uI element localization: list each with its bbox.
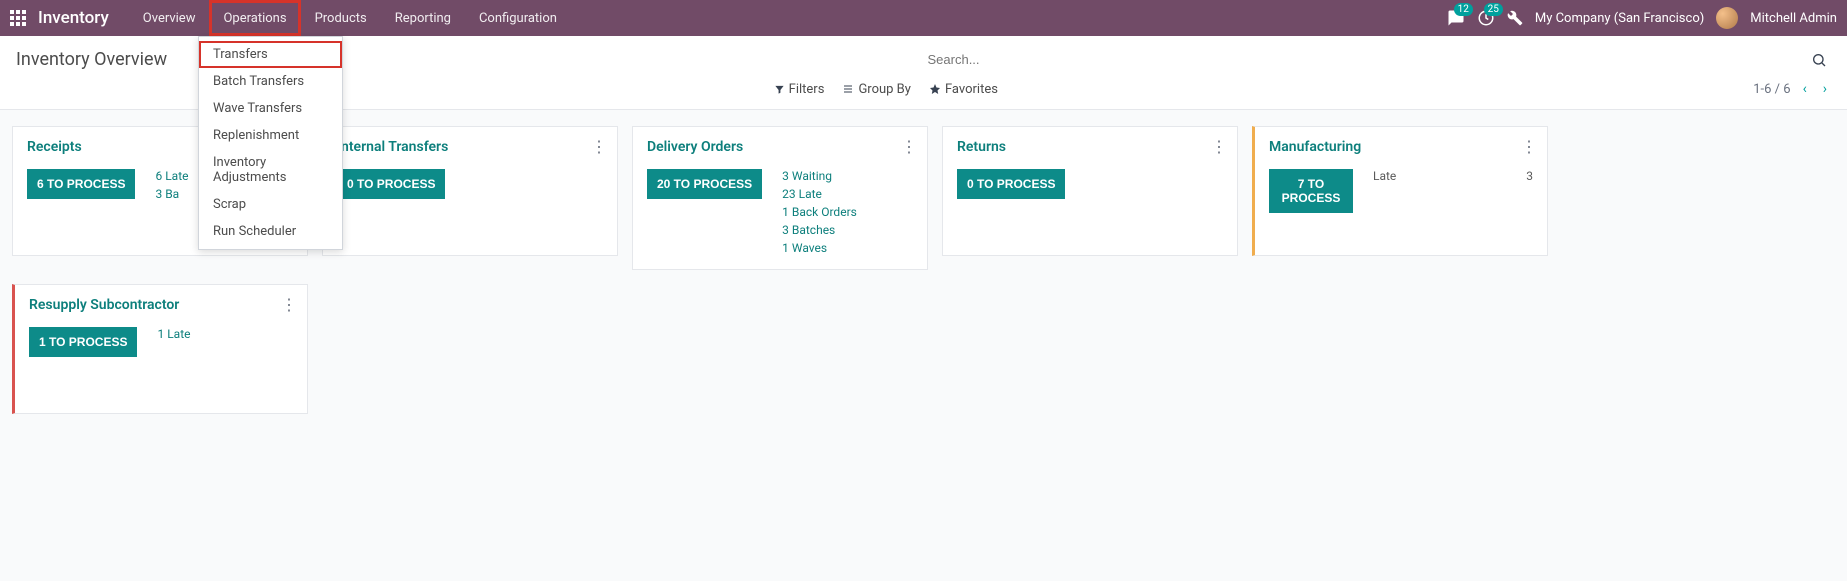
- card-stats: Late3: [1373, 169, 1533, 183]
- dropdown-batch-transfers[interactable]: Batch Transfers: [199, 68, 342, 95]
- stat-link[interactable]: 1 Waves: [782, 241, 857, 255]
- stat-link[interactable]: 1 Back Orders: [782, 205, 857, 219]
- menu-overview[interactable]: Overview: [129, 0, 210, 36]
- debug-icon[interactable]: [1507, 10, 1523, 26]
- filters-button[interactable]: Filters: [774, 82, 825, 97]
- card-title[interactable]: Resupply Subcontractor: [29, 297, 293, 313]
- funnel-icon: [774, 84, 785, 95]
- operations-dropdown: Transfers Batch Transfers Wave Transfers…: [198, 36, 343, 250]
- user-name: Mitchell Admin: [1750, 11, 1837, 26]
- stat-link[interactable]: 3 Ba: [155, 187, 188, 201]
- star-icon: [929, 83, 941, 95]
- kanban-card: Resupply Subcontractor⋮ 1 TO PROCESS 1 Lat…: [12, 284, 308, 414]
- card-menu-icon[interactable]: ⋮: [1211, 137, 1227, 156]
- dropdown-inventory-adjustments[interactable]: Inventory Adjustments: [199, 149, 342, 191]
- pager: 1-6 / 6 ‹ ›: [1753, 79, 1831, 99]
- dropdown-transfers[interactable]: Transfers: [199, 41, 342, 68]
- card-body: 7 TO PROCESS Late3: [1269, 169, 1533, 213]
- app-brand[interactable]: Inventory: [38, 8, 109, 28]
- list-icon: [842, 83, 854, 95]
- dropdown-replenishment[interactable]: Replenishment: [199, 122, 342, 149]
- messaging-count: 12: [1454, 3, 1473, 16]
- process-button[interactable]: 0 TO PROCESS: [957, 169, 1065, 199]
- messaging-icon[interactable]: 12: [1447, 9, 1465, 27]
- pager-next[interactable]: ›: [1819, 79, 1831, 99]
- card-title[interactable]: Returns: [957, 139, 1223, 155]
- kanban-card: Internal Transfers⋮ 0 TO PROCESS: [322, 126, 618, 256]
- card-title[interactable]: Manufacturing: [1269, 139, 1533, 155]
- card-menu-icon[interactable]: ⋮: [901, 137, 917, 156]
- stat-late[interactable]: Late3: [1373, 169, 1533, 183]
- card-body: 0 TO PROCESS: [957, 169, 1223, 199]
- menu-products[interactable]: Products: [301, 0, 381, 36]
- menu-operations[interactable]: Operations: [209, 0, 300, 36]
- kanban-card: Delivery Orders⋮ 20 TO PROCESS 3 Waiting 23…: [632, 126, 928, 270]
- process-button[interactable]: 0 TO PROCESS: [337, 169, 445, 199]
- search-icon[interactable]: [1807, 48, 1831, 72]
- card-stats: 1 Late: [157, 327, 190, 341]
- activities-icon[interactable]: 25: [1477, 9, 1495, 27]
- dropdown-run-scheduler[interactable]: Run Scheduler: [199, 218, 342, 245]
- main-menu: Overview Operations Products Reporting C…: [129, 0, 571, 36]
- card-menu-icon[interactable]: ⋮: [591, 137, 607, 156]
- search-input[interactable]: [924, 46, 1808, 73]
- card-stats: 6 Late 3 Ba: [155, 169, 188, 201]
- process-button[interactable]: 6 TO PROCESS: [27, 169, 135, 199]
- process-button[interactable]: 7 TO PROCESS: [1269, 169, 1353, 213]
- card-body: 0 TO PROCESS: [337, 169, 603, 199]
- card-title[interactable]: Internal Transfers: [337, 139, 603, 155]
- search-wrap: [924, 46, 1832, 73]
- card-menu-icon[interactable]: ⋮: [281, 295, 297, 314]
- stat-link[interactable]: 3 Waiting: [782, 169, 857, 183]
- dropdown-wave-transfers[interactable]: Wave Transfers: [199, 95, 342, 122]
- menu-configuration[interactable]: Configuration: [465, 0, 571, 36]
- company-switcher[interactable]: My Company (San Francisco): [1535, 11, 1704, 26]
- menu-reporting[interactable]: Reporting: [381, 0, 465, 36]
- stat-link[interactable]: 3 Batches: [782, 223, 857, 237]
- user-menu[interactable]: Mitchell Admin: [1716, 7, 1837, 29]
- process-button[interactable]: 1 TO PROCESS: [29, 327, 137, 357]
- groupby-button[interactable]: Group By: [842, 82, 911, 97]
- card-menu-icon[interactable]: ⋮: [1521, 137, 1537, 156]
- card-body: 1 TO PROCESS 1 Late: [29, 327, 293, 357]
- topnav-right: 12 25 My Company (San Francisco) Mitchel…: [1447, 7, 1837, 29]
- apps-icon[interactable]: [10, 10, 26, 26]
- stat-link[interactable]: 23 Late: [782, 187, 857, 201]
- process-button[interactable]: 20 TO PROCESS: [647, 169, 762, 199]
- pager-text: 1-6 / 6: [1753, 82, 1790, 97]
- stat-link[interactable]: 6 Late: [155, 169, 188, 183]
- kanban-card: Returns⋮ 0 TO PROCESS: [942, 126, 1238, 256]
- card-stats: 3 Waiting 23 Late 1 Back Orders 3 Batches 1 …: [782, 169, 857, 255]
- favorites-button[interactable]: Favorites: [929, 82, 998, 97]
- top-nav: Inventory Overview Operations Products R…: [0, 0, 1847, 36]
- avatar: [1716, 7, 1738, 29]
- card-title[interactable]: Delivery Orders: [647, 139, 913, 155]
- kanban-card: Manufacturing⋮ 7 TO PROCESS Late3: [1252, 126, 1548, 256]
- pager-prev[interactable]: ‹: [1799, 79, 1811, 99]
- activities-count: 25: [1484, 3, 1503, 16]
- dropdown-scrap[interactable]: Scrap: [199, 191, 342, 218]
- page-title: Inventory Overview: [16, 49, 167, 70]
- stat-link[interactable]: 1 Late: [157, 327, 190, 341]
- filter-group: Filters Group By Favorites: [394, 82, 998, 97]
- card-body: 20 TO PROCESS 3 Waiting 23 Late 1 Back Orde…: [647, 169, 913, 255]
